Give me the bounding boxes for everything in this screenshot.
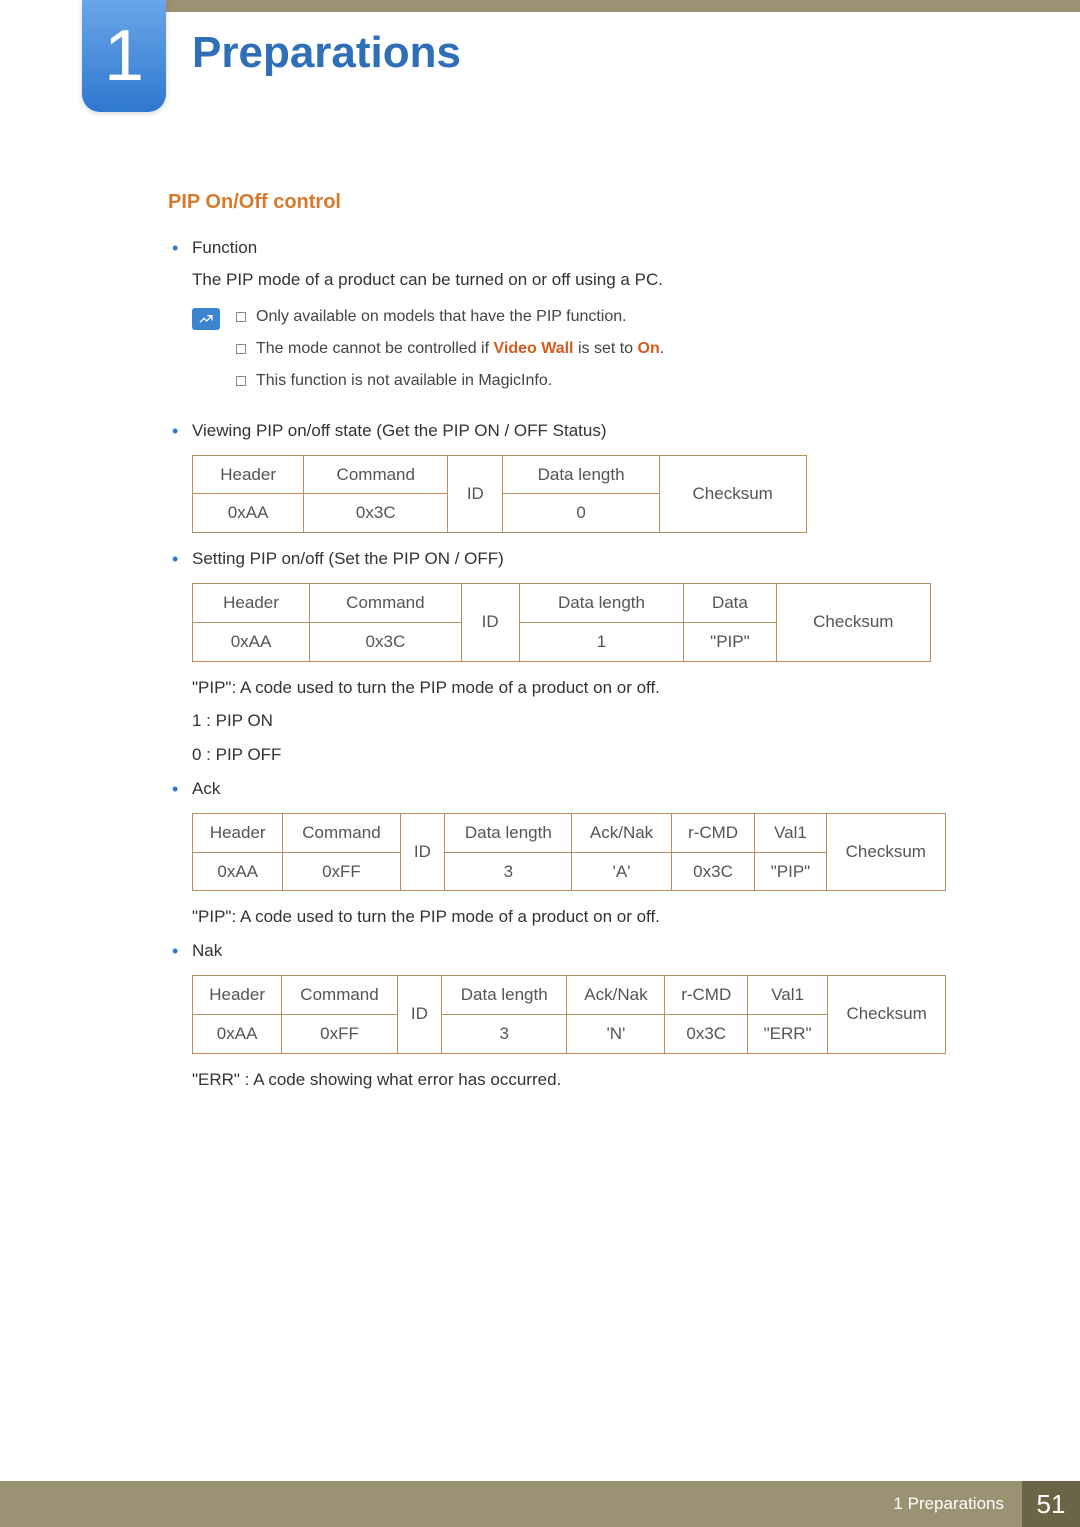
cell: 'A' [572, 852, 671, 891]
cell: Ack/Nak [567, 975, 665, 1014]
item-ack-label: Ack [192, 779, 220, 798]
note-2-on: On [638, 340, 660, 357]
note-icon [192, 308, 220, 330]
cell: ID [397, 975, 441, 1053]
note-2c: . [660, 340, 664, 357]
cell: 0xAA [193, 622, 310, 661]
cell: Header [193, 583, 310, 622]
ack-note: "PIP": A code used to turn the PIP mode … [192, 905, 970, 929]
cell: "PIP" [684, 622, 776, 661]
cell: Command [304, 455, 448, 494]
chapter-number-badge: 1 [82, 0, 166, 112]
item-function-label: Function [192, 238, 257, 257]
section-title: PIP On/Off control [168, 188, 970, 216]
cell: Val1 [755, 813, 826, 852]
item-function: Function The PIP mode of a product can b… [168, 236, 970, 403]
chapter-title: Preparations [192, 28, 461, 78]
cell: 3 [441, 1014, 566, 1053]
cell: Checksum [659, 455, 806, 533]
item-setting-label: Setting PIP on/off (Set the PIP ON / OFF… [192, 549, 504, 568]
cell: 'N' [567, 1014, 665, 1053]
cell: 0x3C [304, 494, 448, 533]
footer-label: 1 Preparations [875, 1481, 1022, 1527]
cell: 0xFF [282, 1014, 398, 1053]
cell: Checksum [828, 975, 946, 1053]
item-nak: Nak Header Command ID Data length Ack/Na… [168, 939, 970, 1091]
cell: Data length [503, 455, 659, 494]
cell: 0xFF [283, 852, 400, 891]
cell: Header [193, 455, 304, 494]
cell: Checksum [826, 813, 945, 891]
cell: Checksum [776, 583, 931, 661]
cell: 0xAA [193, 494, 304, 533]
note-2: The mode cannot be controlled if Video W… [234, 338, 664, 360]
nak-note: "ERR" : A code showing what error has oc… [192, 1068, 970, 1092]
table-viewing: Header Command ID Data length Checksum 0… [192, 455, 807, 534]
cell: "PIP" [755, 852, 826, 891]
note-2a: The mode cannot be controlled if [256, 340, 493, 357]
setting-note-3: 0 : PIP OFF [192, 743, 970, 767]
cell: 0x3C [310, 622, 462, 661]
page-content: PIP On/Off control Function The PIP mode… [168, 188, 970, 1101]
footer: 1 Preparations 51 [0, 1481, 1080, 1527]
cell: 0x3C [671, 852, 755, 891]
cell: 0xAA [193, 852, 283, 891]
cell: 1 [519, 622, 684, 661]
cell: 3 [445, 852, 572, 891]
setting-note-1: "PIP": A code used to turn the PIP mode … [192, 676, 970, 700]
note-1: Only available on models that have the P… [234, 306, 664, 328]
item-function-desc: The PIP mode of a product can be turned … [192, 268, 970, 292]
item-viewing: Viewing PIP on/off state (Get the PIP ON… [168, 419, 970, 533]
item-setting: Setting PIP on/off (Set the PIP ON / OFF… [168, 547, 970, 767]
cell: ID [448, 455, 503, 533]
table-setting: Header Command ID Data length Data Check… [192, 583, 931, 662]
note-2-videowall: Video Wall [493, 340, 573, 357]
table-nak: Header Command ID Data length Ack/Nak r-… [192, 975, 946, 1054]
cell: ID [400, 813, 445, 891]
note-3: This function is not available in MagicI… [234, 370, 664, 392]
cell: Val1 [748, 975, 828, 1014]
cell: 0x3C [665, 1014, 748, 1053]
cell: "ERR" [748, 1014, 828, 1053]
cell: Command [310, 583, 462, 622]
cell: r-CMD [665, 975, 748, 1014]
footer-page-number: 51 [1022, 1481, 1080, 1527]
cell: Data length [441, 975, 566, 1014]
header-bar [82, 0, 1080, 12]
note-block: Only available on models that have the P… [192, 306, 970, 403]
item-nak-label: Nak [192, 941, 222, 960]
note-list: Only available on models that have the P… [234, 306, 664, 403]
item-viewing-label: Viewing PIP on/off state (Get the PIP ON… [192, 421, 607, 440]
cell: Ack/Nak [572, 813, 671, 852]
content-list: Function The PIP mode of a product can b… [168, 236, 970, 1091]
cell: Data length [445, 813, 572, 852]
cell: Command [283, 813, 400, 852]
cell: Header [193, 813, 283, 852]
cell: Data [684, 583, 776, 622]
cell: Header [193, 975, 282, 1014]
table-ack: Header Command ID Data length Ack/Nak r-… [192, 813, 946, 892]
item-ack: Ack Header Command ID Data length Ack/Na… [168, 777, 970, 929]
cell: ID [461, 583, 519, 661]
cell: r-CMD [671, 813, 755, 852]
cell: Command [282, 975, 398, 1014]
cell: 0xAA [193, 1014, 282, 1053]
note-2b: is set to [574, 340, 638, 357]
setting-note-2: 1 : PIP ON [192, 709, 970, 733]
cell: 0 [503, 494, 659, 533]
cell: Data length [519, 583, 684, 622]
